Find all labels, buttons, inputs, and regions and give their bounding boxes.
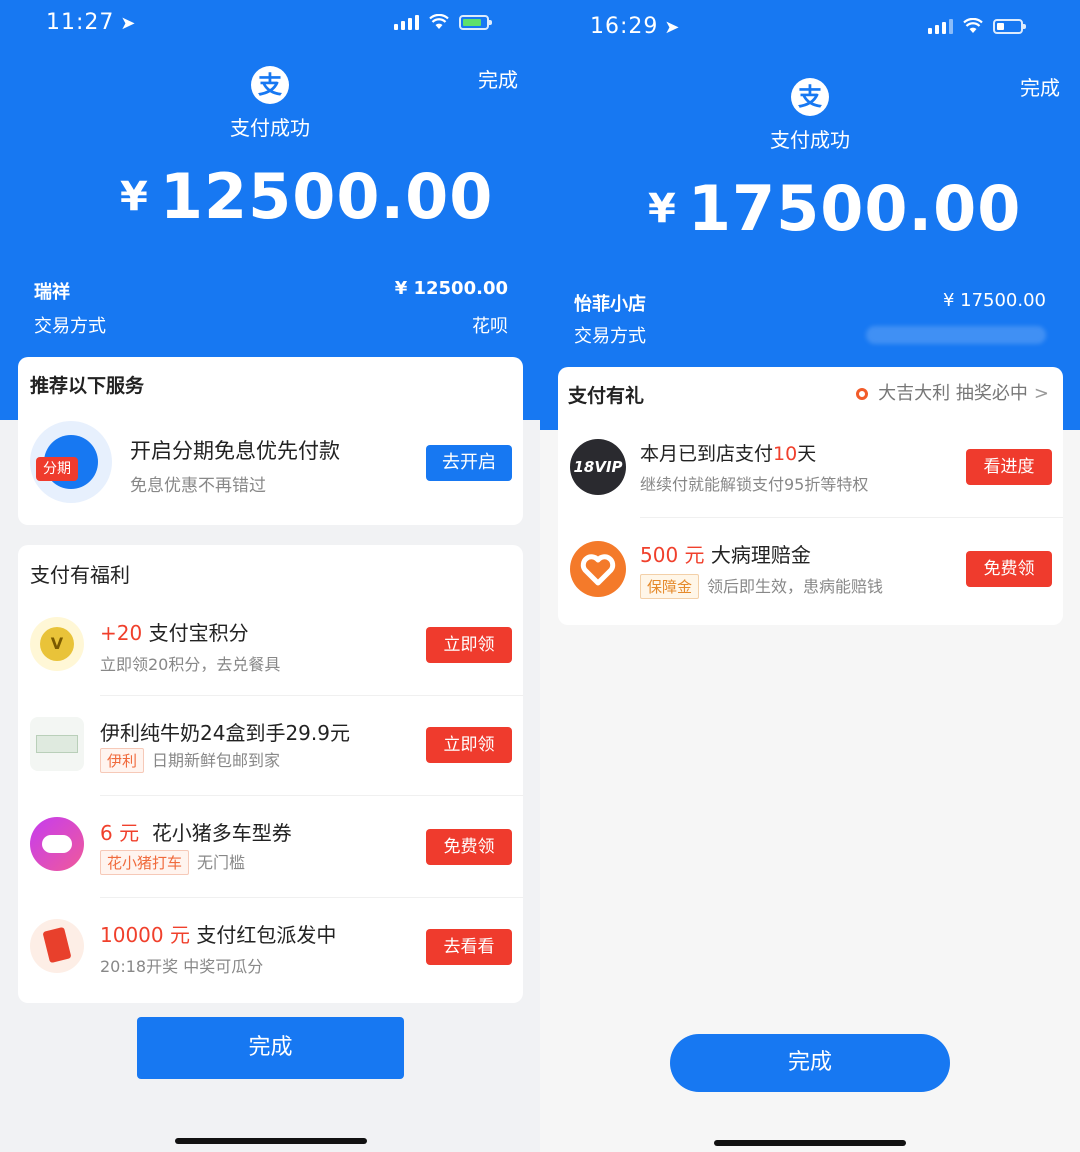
status-bar: 11:27 ➤: [0, 0, 540, 52]
currency-symbol: ¥: [648, 185, 676, 232]
view-progress-button[interactable]: 看进度: [966, 449, 1052, 485]
gift-card: 支付有礼 大吉大利 抽奖必中 > 18VIP 本月已到店支付10天 继续付就能解锁…: [558, 367, 1063, 625]
payment-method-value: 花呗: [472, 316, 508, 337]
paid-amount: ¥17500.00: [648, 172, 1021, 245]
home-indicator: [175, 1138, 367, 1144]
enable-installment-button[interactable]: 去开启: [426, 445, 512, 481]
benefit-3-title: 6 元 花小猪多车型券: [100, 821, 292, 845]
paid-amount: ¥12500.00: [120, 160, 493, 233]
merchant-name: 怡菲小店: [574, 294, 646, 315]
blurred-method-value: [866, 326, 1046, 344]
battery-icon: [993, 18, 1026, 34]
gift-2-title: 500 元 大病理赔金: [640, 543, 811, 567]
benefit-2-claim-button[interactable]: 立即领: [426, 727, 512, 763]
location-arrow-icon: ➤: [120, 13, 137, 34]
pay-success-label: 支付成功: [770, 128, 850, 152]
benefit-2-title: 伊利纯牛奶24盒到手29.9元: [100, 721, 350, 745]
benefit-3-claim-button[interactable]: 免费领: [426, 829, 512, 865]
alipay-logo-icon: 支: [791, 78, 829, 116]
benefit-3-tag: 花小猪打车: [100, 850, 190, 875]
benefit-4-view-button[interactable]: 去看看: [426, 929, 512, 965]
chevron-right-icon: >: [1033, 383, 1049, 404]
benefits-title: 支付有福利: [30, 563, 130, 587]
left-screenshot: 11:27 ➤ 完成 支 支付成功 ¥12500.00 瑞祥 ¥ 12500.00…: [0, 0, 540, 1152]
payment-method-label: 交易方式: [574, 326, 646, 347]
status-time: 11:27: [46, 10, 115, 35]
payment-method-label: 交易方式: [34, 316, 106, 337]
points-coin-icon: V: [30, 617, 84, 671]
merchant-amount: ¥ 17500.00: [942, 290, 1046, 311]
signal-icon: [928, 18, 953, 34]
benefit-1-sub: 立即领20积分，去兑餐具: [100, 655, 281, 674]
status-time: 16:29: [590, 14, 659, 39]
amount-value: 12500.00: [159, 160, 494, 233]
heart-shield-icon: [570, 541, 626, 597]
vip-badge-icon: 18VIP: [570, 439, 626, 495]
merchant-amount: ¥ 12500.00: [394, 278, 508, 299]
gift-2-tag: 保障金: [640, 574, 700, 599]
wifi-icon: [963, 18, 983, 33]
recommend-card: 推荐以下服务 分期 开启分期免息优先付款 免息优惠不再错过 去开启: [18, 357, 523, 525]
done-top-button[interactable]: 完成: [1020, 72, 1060, 101]
recommend-item-title: 开启分期免息优先付款: [130, 439, 340, 463]
benefit-2-tag: 伊利: [100, 748, 145, 773]
gift-1-sub: 继续付就能解锁支付95折等特权: [640, 475, 869, 494]
wifi-icon: [429, 14, 449, 29]
red-envelope-icon: [30, 919, 84, 973]
claim-insurance-button[interactable]: 免费领: [966, 551, 1052, 587]
benefit-1-title: +20 支付宝积分: [100, 621, 249, 645]
alipay-logo-icon: 支: [251, 66, 289, 104]
battery-icon: [459, 14, 492, 30]
merchant-name: 瑞祥: [34, 282, 70, 303]
pay-success-label: 支付成功: [230, 116, 310, 140]
done-button[interactable]: 完成: [670, 1034, 950, 1092]
installment-icon: 分期: [30, 421, 112, 503]
gift-title: 支付有礼: [568, 385, 645, 407]
benefit-4-title: 10000 元 支付红包派发中: [100, 923, 337, 947]
recommend-item-sub: 免息优惠不再错过: [130, 476, 266, 496]
benefit-4-sub: 20:18开奖 中奖可瓜分: [100, 957, 264, 976]
lottery-promo-link[interactable]: 大吉大利 抽奖必中 >: [856, 379, 1049, 405]
installment-icon-label: 分期: [36, 457, 78, 481]
signal-icon: [394, 14, 419, 30]
currency-symbol: ¥: [120, 173, 148, 220]
lottery-dot-icon: [856, 388, 869, 400]
gift-1-title: 本月已到店支付10天: [640, 443, 817, 465]
benefits-card: 支付有福利 V +20 支付宝积分 立即领20积分，去兑餐具 立即领 伊利纯牛奶…: [18, 545, 523, 1003]
done-button[interactable]: 完成: [137, 1017, 404, 1079]
recommend-title: 推荐以下服务: [30, 375, 145, 397]
huaxiaozhu-icon: [30, 817, 84, 871]
right-screenshot: 16:29 ➤ 完成 支 支付成功 ¥17500.00 怡菲小店 ¥ 17500.…: [540, 0, 1080, 1152]
status-bar: 16:29 ➤: [540, 0, 1080, 52]
benefit-2-sub: 伊利 日期新鲜包邮到家: [100, 747, 280, 773]
milk-product-icon: [30, 717, 84, 771]
location-arrow-icon: ➤: [664, 17, 681, 38]
amount-value: 17500.00: [687, 172, 1022, 245]
benefit-3-sub: 花小猪打车 无门槛: [100, 849, 245, 875]
home-indicator: [714, 1140, 906, 1146]
gift-2-sub: 保障金 领后即生效，患病能赔钱: [640, 573, 883, 599]
done-top-button[interactable]: 完成: [478, 64, 518, 93]
benefit-1-claim-button[interactable]: 立即领: [426, 627, 512, 663]
